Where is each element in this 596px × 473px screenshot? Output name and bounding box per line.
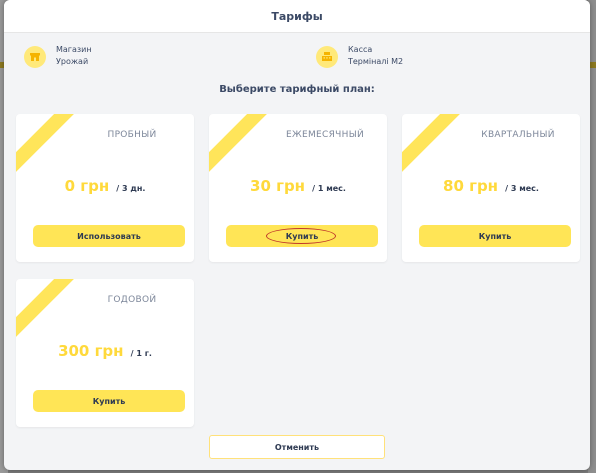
store-icon <box>24 46 46 68</box>
store-label: Магазин <box>56 45 92 54</box>
dialog-header: Тарифы <box>4 0 590 33</box>
register-label: Касса <box>348 45 373 54</box>
choose-plan-heading: Выберите тарифный план: <box>219 84 375 95</box>
plan-price-period: / 1 мес. <box>312 184 346 193</box>
plan-name: ЕЖЕМЕСЯЧНЫЙ <box>286 130 364 140</box>
store-info: Магазин Урожай <box>24 44 92 68</box>
plan-card-trial: ПРОБНЫЙ 0 грн / 3 дн. Использовать <box>16 114 194 262</box>
register-value: Терміналі М2 <box>348 57 404 66</box>
plan-price: 300 грн / 1 г. <box>16 341 194 360</box>
plan-ribbon <box>16 114 78 174</box>
register-info: Касса Терміналі М2 <box>316 44 403 68</box>
plan-price-period: / 1 г. <box>130 349 152 358</box>
plan-price: 80 грн / 3 мес. <box>402 176 580 195</box>
button-label: Купить <box>92 396 126 406</box>
cash-register-icon <box>316 46 338 68</box>
plan-price: 0 грн / 3 дн. <box>16 176 194 195</box>
cancel-button[interactable]: Отменить <box>209 435 385 459</box>
store-value: Урожай <box>56 57 89 66</box>
buy-yearly-button[interactable]: Купить <box>33 390 185 412</box>
plan-price: 30 грн / 1 мес. <box>209 176 387 195</box>
plan-price-amount: 300 грн <box>58 342 124 360</box>
tariffs-dialog: Тарифы Магазин Урожай Касса Терміналі М2… <box>4 0 590 470</box>
plan-name: КВАРТАЛЬНЫЙ <box>481 130 555 140</box>
plan-name: ПРОБНЫЙ <box>107 130 157 140</box>
dialog-title: Тарифы <box>271 9 323 23</box>
plan-name: ГОДОВОЙ <box>107 295 157 305</box>
plan-price-amount: 0 грн <box>64 177 110 195</box>
buy-monthly-button[interactable]: Купить <box>226 225 378 247</box>
plan-ribbon <box>402 114 464 174</box>
button-label: Купить <box>478 231 512 241</box>
plan-card-yearly: ГОДОВОЙ 300 грн / 1 г. Купить <box>16 279 194 427</box>
plan-ribbon <box>16 279 78 339</box>
buy-quarterly-button[interactable]: Купить <box>419 225 571 247</box>
plan-card-monthly: ЕЖЕМЕСЯЧНЫЙ 30 грн / 1 мес. Купить <box>209 114 387 262</box>
plan-ribbon <box>209 114 271 174</box>
plan-price-period: / 3 дн. <box>116 184 146 193</box>
plan-price-period: / 3 мес. <box>505 184 539 193</box>
plan-card-quarterly: КВАРТАЛЬНЫЙ 80 грн / 3 мес. Купить <box>402 114 580 262</box>
button-label: Использовать <box>77 231 141 241</box>
plan-price-amount: 30 грн <box>250 177 306 195</box>
button-label: Купить <box>285 231 319 241</box>
use-trial-button[interactable]: Использовать <box>33 225 185 247</box>
plan-price-amount: 80 грн <box>443 177 499 195</box>
